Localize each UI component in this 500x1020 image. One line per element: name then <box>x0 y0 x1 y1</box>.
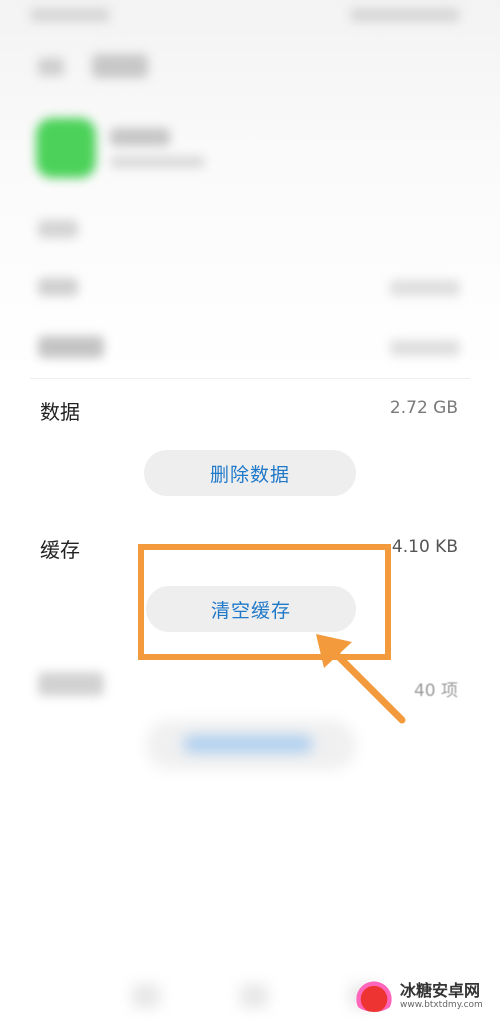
app-subtitle <box>110 156 205 168</box>
app-name <box>110 128 170 146</box>
watermark: 冰糖安卓网 www.btxtdmy.com <box>352 976 492 1016</box>
blurred-top-content <box>0 0 500 380</box>
nav-icon[interactable] <box>132 984 160 1008</box>
blurred-row-label <box>38 278 78 296</box>
status-bar-right <box>350 8 460 22</box>
pointer-arrow-icon <box>316 634 406 724</box>
blurred-row-value <box>390 340 460 356</box>
blurred-row-label <box>38 336 104 358</box>
data-label: 数据 <box>40 400 80 424</box>
cache-label: 缓存 <box>40 538 80 562</box>
items-label <box>38 672 104 696</box>
items-value: 40 项 <box>413 681 458 701</box>
watermark-title: 冰糖安卓网 <box>400 980 481 1000</box>
status-bar-left <box>30 8 110 22</box>
blurred-button[interactable] <box>146 720 356 770</box>
blurred-row-value <box>390 280 460 296</box>
watermark-logo-icon <box>352 980 396 1012</box>
delete-data-button[interactable]: 删除数据 <box>144 450 356 496</box>
cache-value: 4.10 KB <box>391 537 458 557</box>
data-value: 2.72 GB <box>389 398 458 418</box>
app-icon <box>36 118 96 178</box>
divider <box>30 378 470 379</box>
blurred-row-label <box>38 220 78 238</box>
watermark-url: www.btxtdmy.com <box>400 999 483 1010</box>
back-icon[interactable] <box>38 58 64 76</box>
page-title <box>92 54 148 78</box>
nav-icon[interactable] <box>240 984 268 1008</box>
